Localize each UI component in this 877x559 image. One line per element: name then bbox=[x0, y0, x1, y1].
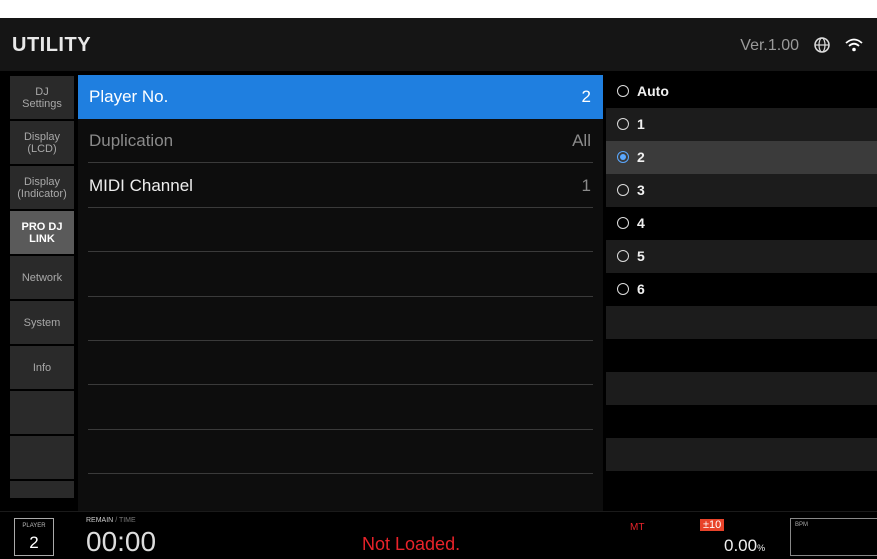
empty-option-row bbox=[606, 471, 877, 504]
settings-list: Player No. 2 Duplication All MIDI Channel 1 bbox=[78, 75, 603, 519]
tab-label: Network bbox=[21, 271, 63, 284]
empty-option-row bbox=[606, 438, 877, 471]
radio-empty-icon[interactable] bbox=[617, 85, 629, 97]
setting-value: All bbox=[572, 131, 591, 151]
option-row[interactable]: Auto bbox=[606, 75, 877, 108]
option-label: 3 bbox=[637, 182, 645, 198]
option-label: 2 bbox=[637, 149, 645, 165]
tempo-range-badge: ±10 bbox=[700, 519, 725, 531]
option-row[interactable]: 3 bbox=[606, 174, 877, 207]
version-label: Ver.1.00 bbox=[740, 37, 799, 54]
radio-empty-icon[interactable] bbox=[617, 283, 629, 295]
tab-item[interactable]: System bbox=[10, 301, 74, 344]
header-bar: UTILITY Ver.1.00 bbox=[0, 18, 877, 71]
radio-empty-icon[interactable] bbox=[617, 118, 629, 130]
option-label: 5 bbox=[637, 248, 645, 264]
setting-row[interactable]: Duplication All bbox=[78, 119, 603, 164]
tab-label: DJ Settings bbox=[22, 85, 62, 110]
tab-label: PRO DJ LINK bbox=[21, 220, 63, 245]
time-display: 00:00 bbox=[86, 526, 157, 557]
option-label: 1 bbox=[637, 116, 645, 132]
tab-item[interactable] bbox=[10, 436, 74, 479]
option-row[interactable]: 6 bbox=[606, 273, 877, 306]
radio-selected-icon[interactable] bbox=[617, 151, 629, 163]
remain-label: REMAIN bbox=[86, 517, 114, 524]
empty-setting-row bbox=[78, 386, 603, 430]
wifi-icon bbox=[845, 38, 863, 52]
pitch-unit: % bbox=[757, 543, 766, 553]
page-title: UTILITY bbox=[12, 34, 92, 56]
tab-item[interactable]: Display (LCD) bbox=[10, 121, 74, 164]
utility-screen: UTILITY Ver.1.00 DJ Settings Display (LCD… bbox=[0, 18, 877, 559]
empty-setting-row bbox=[78, 430, 603, 475]
empty-option-row bbox=[606, 372, 877, 405]
tab-item[interactable]: Network bbox=[10, 256, 74, 299]
tab-item[interactable] bbox=[10, 391, 74, 434]
option-list: Auto 1 2 3 4 5 6 bbox=[606, 75, 877, 519]
bpm-box: BPM bbox=[790, 518, 877, 556]
radio-empty-icon[interactable] bbox=[617, 217, 629, 229]
setting-value: 1 bbox=[581, 175, 591, 195]
empty-setting-row bbox=[78, 341, 603, 386]
option-label: 6 bbox=[637, 281, 645, 297]
empty-setting-row bbox=[78, 208, 603, 253]
option-row[interactable]: 1 bbox=[606, 108, 877, 141]
globe-icon[interactable] bbox=[813, 36, 831, 54]
tab-label: Info bbox=[32, 361, 52, 374]
setting-row[interactable]: MIDI Channel 1 bbox=[78, 164, 603, 208]
tab-item[interactable]: DJ Settings bbox=[10, 76, 74, 119]
tab-item[interactable]: Info bbox=[10, 346, 74, 389]
empty-option-row bbox=[606, 405, 877, 438]
setting-label: MIDI Channel bbox=[89, 175, 193, 195]
player-number: 2 bbox=[29, 533, 39, 552]
tab-label: System bbox=[23, 316, 61, 329]
remain-time-label: REMAIN / TIME bbox=[86, 517, 136, 524]
radio-empty-icon[interactable] bbox=[617, 184, 629, 196]
option-row[interactable]: 5 bbox=[606, 240, 877, 273]
pitch-value: 0.00 bbox=[724, 536, 758, 555]
bpm-label: BPM bbox=[795, 522, 809, 528]
player-number-box: PLAYER 2 bbox=[14, 518, 54, 556]
empty-setting-row bbox=[78, 297, 603, 341]
tab-label: Display (LCD) bbox=[23, 130, 61, 155]
master-tempo-indicator: MT bbox=[630, 522, 645, 533]
time-label: / TIME bbox=[115, 517, 136, 524]
tab-item[interactable]: PRO DJ LINK bbox=[10, 211, 74, 254]
setting-row[interactable]: Player No. 2 bbox=[78, 75, 603, 119]
setting-value: 2 bbox=[581, 87, 591, 106]
tab-label: Display (Indicator) bbox=[17, 175, 67, 200]
tab-item[interactable] bbox=[10, 481, 74, 498]
empty-setting-row bbox=[78, 253, 603, 297]
load-status: Not Loaded. bbox=[362, 534, 461, 554]
status-footer: PLAYER 2 REMAIN / TIME 00:00 Not Loaded.… bbox=[0, 511, 877, 559]
option-row[interactable]: 2 bbox=[606, 141, 877, 174]
empty-option-row bbox=[606, 306, 877, 339]
empty-option-row bbox=[606, 339, 877, 372]
radio-empty-icon[interactable] bbox=[617, 250, 629, 262]
player-label: PLAYER bbox=[22, 523, 46, 529]
setting-label: Duplication bbox=[89, 131, 174, 151]
option-label: 4 bbox=[637, 215, 645, 231]
option-label: Auto bbox=[637, 83, 669, 99]
tab-item[interactable]: Display (Indicator) bbox=[10, 166, 74, 209]
option-row[interactable]: 4 bbox=[606, 207, 877, 240]
pitch-display: 0.00% bbox=[724, 536, 765, 556]
setting-label: Player No. bbox=[89, 87, 169, 106]
